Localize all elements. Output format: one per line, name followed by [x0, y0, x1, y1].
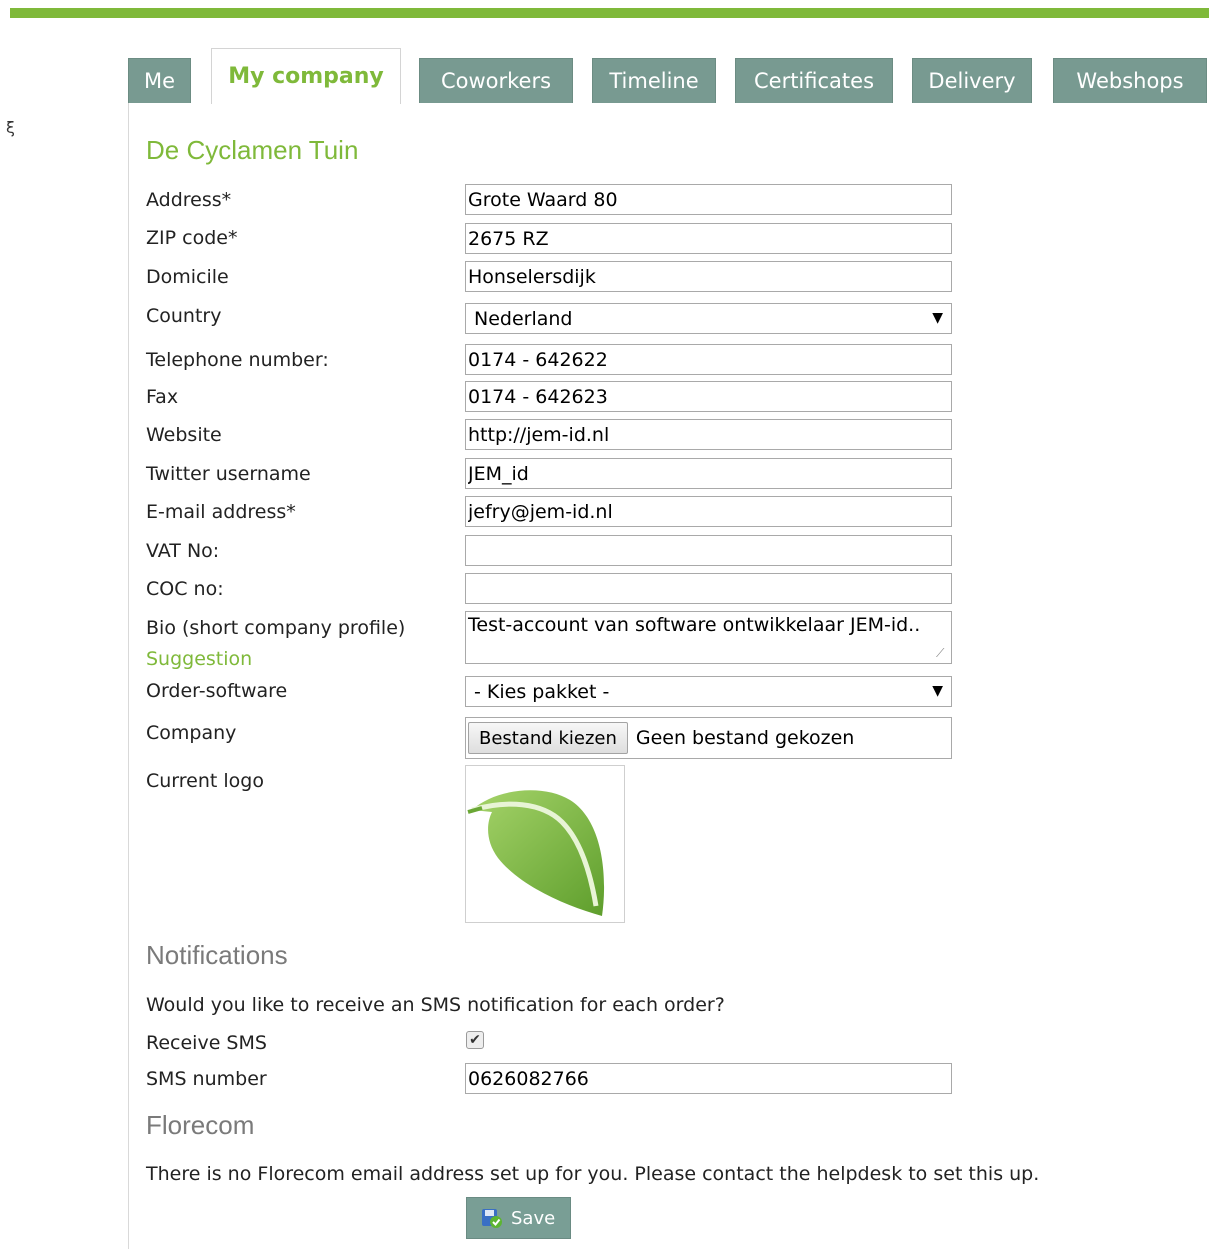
side-glyph: ξ — [6, 118, 15, 137]
check-icon: ✔ — [469, 1032, 481, 1048]
resize-grip-icon[interactable]: ⟋ — [936, 646, 944, 661]
florecom-heading: Florecom — [146, 1110, 255, 1140]
sms-question-text: Would you like to receive an SMS notific… — [146, 994, 725, 1016]
zip-label: ZIP code* — [146, 227, 238, 249]
current-logo-image — [465, 765, 625, 923]
chevron-down-icon: ▼ — [932, 310, 943, 326]
chevron-down-icon: ▼ — [932, 683, 943, 699]
panel-left-border — [128, 102, 129, 1249]
country-label: Country — [146, 305, 222, 327]
twitter-label: Twitter username — [146, 463, 311, 485]
florecom-message: There is no Florecom email address set u… — [146, 1163, 1040, 1185]
bio-textarea[interactable]: Test-account van software ontwikkelaar J… — [465, 611, 952, 664]
choose-file-button[interactable]: Bestand kiezen — [468, 722, 628, 754]
company-logo-upload-label: Company — [146, 722, 237, 744]
sms-number-label: SMS number — [146, 1068, 267, 1090]
tab-delivery[interactable]: Delivery — [912, 58, 1032, 103]
domicile-label: Domicile — [146, 266, 229, 288]
file-status-text: Geen bestand gekozen — [635, 727, 855, 749]
country-select-value: Nederland — [474, 307, 573, 330]
bio-label: Bio (short company profile) — [146, 617, 406, 639]
vat-input[interactable] — [465, 535, 952, 566]
telephone-input[interactable] — [465, 344, 952, 375]
tab-webshops[interactable]: Webshops — [1053, 58, 1207, 103]
receive-sms-checkbox[interactable]: ✔ — [466, 1031, 484, 1049]
email-label: E-mail address* — [146, 501, 296, 523]
tab-coworkers[interactable]: Coworkers — [419, 58, 573, 103]
tab-certificates[interactable]: Certificates — [735, 58, 893, 103]
website-input[interactable] — [465, 419, 952, 450]
order-software-label: Order-software — [146, 680, 288, 702]
save-shield-icon — [482, 1209, 502, 1228]
website-label: Website — [146, 424, 222, 446]
fax-label: Fax — [146, 386, 179, 408]
save-button[interactable]: Save — [466, 1197, 571, 1239]
address-input[interactable] — [465, 184, 952, 215]
company-name-heading: De Cyclamen Tuin — [146, 135, 359, 165]
address-label: Address* — [146, 189, 232, 211]
coc-label: COC no: — [146, 578, 224, 600]
coc-input[interactable] — [465, 573, 952, 604]
logo-file-input: Bestand kiezen Geen bestand gekozen — [465, 717, 952, 759]
tab-timeline[interactable]: Timeline — [592, 58, 716, 103]
order-software-select-value: - Kies pakket - — [474, 680, 610, 703]
zip-input[interactable] — [465, 223, 952, 254]
suggestion-link[interactable]: Suggestion — [146, 648, 252, 670]
tab-me[interactable]: Me — [128, 58, 191, 103]
tab-bar: Me My company Coworkers Timeline Certifi… — [128, 48, 1209, 104]
notifications-heading: Notifications — [146, 940, 288, 970]
receive-sms-label: Receive SMS — [146, 1032, 267, 1054]
leaf-logo-icon — [467, 790, 605, 916]
sms-number-input[interactable] — [465, 1063, 952, 1094]
domicile-input[interactable] — [465, 261, 952, 292]
email-input[interactable] — [465, 496, 952, 527]
country-select[interactable]: Nederland ▼ — [465, 303, 952, 334]
tab-my-company[interactable]: My company — [211, 48, 401, 104]
save-button-label: Save — [511, 1207, 556, 1229]
vat-label: VAT No: — [146, 540, 220, 562]
telephone-label: Telephone number: — [146, 349, 329, 371]
order-software-select[interactable]: - Kies pakket - ▼ — [465, 676, 952, 707]
top-accent-bar — [10, 8, 1209, 18]
fax-input[interactable] — [465, 381, 952, 412]
twitter-input[interactable] — [465, 458, 952, 489]
current-logo-label: Current logo — [146, 770, 264, 792]
